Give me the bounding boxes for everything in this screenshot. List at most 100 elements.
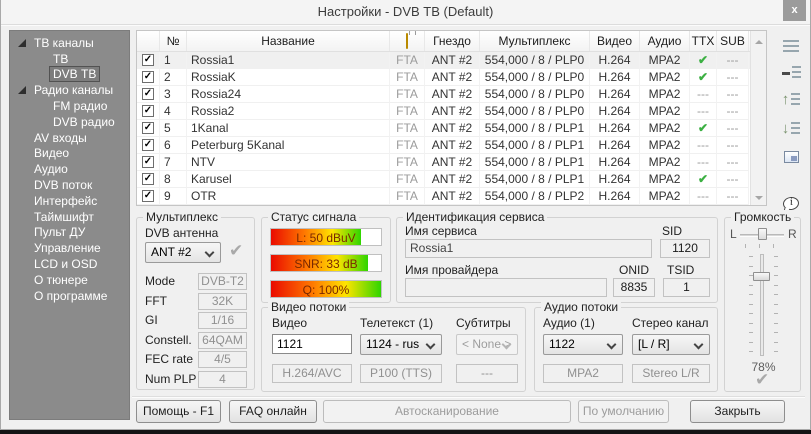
channel-row[interactable]: ✓1Rossia1FTAANT #2554,000 / 8 / PLP0H.26… [137,52,766,69]
channel-access: FTA [390,52,425,69]
sidebar-item-1[interactable]: ТВ [10,51,129,67]
footer-button-2: Автосканирование [323,400,571,423]
column-header-sub[interactable]: SUB [717,31,749,51]
stereo-channel-select[interactable]: [L / R] [632,334,710,355]
teletext-select[interactable]: 1124 - rus [360,334,442,355]
multiplex-field-value: DVB-T2 [198,273,247,290]
sidebar-item-14[interactable]: LCD и OSD [10,256,129,272]
video-pid-label: Видео [272,316,307,330]
volume-tick [774,342,778,343]
ttx-check-icon: ✔ [698,172,708,186]
channel-row[interactable]: ✓3Rossia24FTAANT #2554,000 / 8 / PLP0H.2… [137,86,766,103]
column-header-mux[interactable]: Мультиплекс [480,31,590,51]
channel-row[interactable]: ✓51KanalFTAANT #2554,000 / 8 / PLP1H.264… [137,120,766,137]
close-button[interactable]: x [783,0,806,21]
signal-bar-2: Q: 100% [270,280,382,298]
sidebar-item-8[interactable]: Аудио [10,161,129,177]
video-pid-input[interactable]: 1121 [272,334,352,354]
channel-table-header[interactable]: №Название ГнездоМультиплексВидеоАудиоTTXS… [137,31,766,52]
channel-row[interactable]: ✓2RossiaKFTAANT #2554,000 / 8 / PLP0H.26… [137,69,766,86]
channel-ttx: ✔ [690,120,717,137]
sidebar-item-15[interactable]: О тюнере [10,272,129,288]
sidebar-item-13[interactable]: Управление [10,240,129,256]
balance-slider-handle[interactable] [758,228,767,240]
footer-button-4[interactable]: Закрыть [690,400,785,423]
apply-volume-check-icon[interactable]: ✔ [755,370,769,390]
column-header-lock[interactable] [390,31,425,51]
sidebar-item-label: DVB радио [50,115,118,129]
channel-checkbox[interactable]: ✓ [142,88,154,100]
channel-sub: --- [717,86,749,103]
footer-button-1[interactable]: FAQ онлайн [229,400,317,423]
channel-row[interactable]: ✓8KaruselFTAANT #2554,000 / 8 / PLP1H.26… [137,171,766,188]
sidebar-item-3[interactable]: Радио каналы [10,82,129,98]
toolbar-button-channel-list[interactable] [777,34,805,60]
channel-checkbox[interactable]: ✓ [142,156,154,168]
column-header-num[interactable]: № [160,31,187,51]
sidebar-item-16[interactable]: О программе [10,288,129,304]
column-header-audio[interactable]: Аудио [640,31,690,51]
footer-button-0[interactable]: Помощь - F1 [136,400,221,423]
channel-checkbox[interactable]: ✓ [142,122,154,134]
sidebar-item-2[interactable]: DVB ТВ [10,67,129,83]
table-scrollbar[interactable] [750,31,766,205]
channel-row[interactable]: ✓6Peterburg 5KanalFTAANT #2554,000 / 8 /… [137,137,766,154]
channel-audio: MPA2 [640,69,690,86]
column-header-video[interactable]: Видео [590,31,640,51]
channel-checkbox[interactable]: ✓ [142,173,154,185]
channel-access: FTA [390,86,425,103]
sidebar-item-9[interactable]: DVB поток [10,177,129,193]
volume-slider[interactable] [760,254,764,356]
sidebar-item-4[interactable]: FM радио [10,98,129,114]
volume-tick [774,266,778,267]
column-header-ttx[interactable]: TTX [690,31,717,51]
sidebar-item-6[interactable]: AV входы [10,130,129,146]
apply-antenna-check-icon[interactable]: ✔ [229,241,243,261]
tree-expander-icon[interactable] [18,39,26,47]
channel-checkbox[interactable]: ✓ [142,105,154,117]
channel-checkbox[interactable]: ✓ [142,190,154,202]
channel-row[interactable]: ✓7NTVFTAANT #2554,000 / 8 / PLP1H.264MPA… [137,154,766,171]
sidebar-item-11[interactable]: Таймшифт [10,209,129,225]
multiplex-field-value: 1/16 [198,312,247,329]
channel-row[interactable]: ✓4Rossia2FTAANT #2554,000 / 8 / PLP0H.26… [137,103,766,120]
column-header-checkbox[interactable] [137,31,160,51]
channel-sub: --- [717,52,749,69]
channel-socket: ANT #2 [425,103,480,120]
sidebar-item-12[interactable]: Пульт ДУ [10,225,129,241]
toolbar-button-move-channel-down[interactable]: ↓ [777,116,805,142]
channel-checkbox[interactable]: ✓ [142,139,154,151]
column-header-socket[interactable]: Гнездо [425,31,480,51]
balance-left-label: L [730,227,737,241]
balance-tick [759,244,760,248]
sidebar-item-0[interactable]: ТВ каналы [10,35,129,51]
tree-expander-icon[interactable] [18,86,26,94]
subtitles-select[interactable]: < None > [456,334,518,355]
title-bar[interactable]: Настройки - DVB ТВ (Default) x [1,0,810,24]
channel-checkbox-cell: ✓ [137,188,160,205]
toolbar-button-channel-properties[interactable] [777,144,805,170]
volume-slider-handle[interactable] [753,272,770,281]
channel-checkbox[interactable]: ✓ [142,54,154,66]
video-streams-group-title: Видео потоки [268,300,349,315]
sidebar-item-7[interactable]: Видео [10,146,129,162]
channel-row[interactable]: ✓9OTRFTAANT #2554,000 / 8 / PLP2H.264MPA… [137,188,766,205]
column-header-name[interactable]: Название [187,31,390,51]
volume-tick [749,332,753,333]
channel-socket: ANT #2 [425,171,480,188]
audio-pid-select[interactable]: 1122 [543,334,623,355]
scroll-up-icon[interactable] [753,34,765,46]
service-name-label: Имя сервиса [405,224,477,238]
channel-checkbox[interactable]: ✓ [142,71,154,83]
toolbar-button-move-channel-up[interactable]: ↑ [777,87,805,113]
volume-tick [749,323,753,324]
channel-sub: --- [717,188,749,205]
toolbar-button-remove-channel[interactable] [777,60,805,86]
sidebar-item-label: Таймшифт [31,210,97,224]
dvb-antenna-select[interactable]: ANT #2 [145,242,221,263]
sidebar-item-10[interactable]: Интерфейс [10,193,129,209]
sidebar-item-5[interactable]: DVB радио [10,114,129,130]
channel-checkbox-cell: ✓ [137,120,160,137]
scroll-down-icon[interactable] [753,190,765,202]
multiplex-field-value: 64QAM [198,332,247,349]
